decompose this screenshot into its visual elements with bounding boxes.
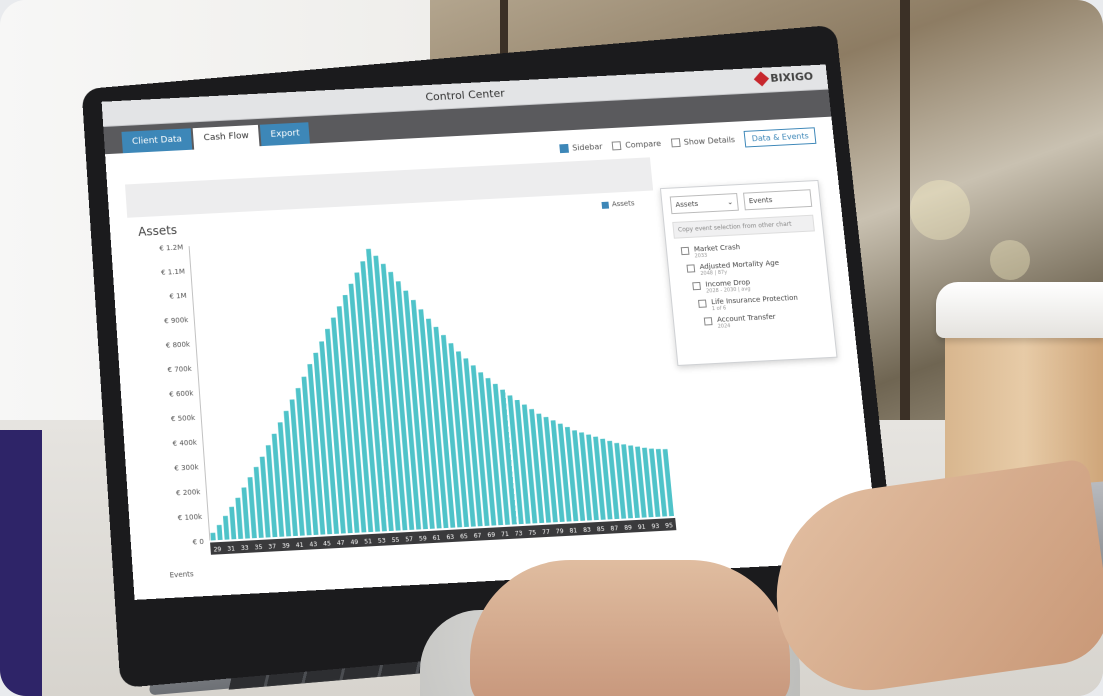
tab-cash-flow[interactable]: Cash Flow	[193, 124, 260, 150]
chevron-down-icon: ⌄	[726, 198, 734, 207]
y-tick-label: € 500k	[171, 414, 196, 423]
event-item[interactable]: Market Crash 2033	[680, 239, 816, 260]
checkbox-icon	[611, 141, 622, 151]
diamond-icon	[753, 71, 769, 87]
checkbox-icon	[559, 143, 569, 154]
x-tick-label: 85	[597, 526, 606, 534]
x-tick-label: 91	[638, 524, 647, 532]
show-details-label: Show Details	[683, 135, 736, 147]
y-tick-label: € 0	[192, 538, 204, 547]
x-tick-label: 69	[487, 532, 496, 540]
assets-bar[interactable]	[222, 515, 230, 540]
y-tick-label: € 200k	[176, 488, 201, 497]
y-tick-label: € 700k	[167, 365, 192, 374]
checkbox-icon	[692, 281, 702, 291]
y-tick-label: € 100k	[178, 513, 203, 522]
x-tick-label: 41	[296, 542, 304, 550]
checkbox-icon	[680, 246, 690, 256]
events-select[interactable]: Events	[743, 189, 813, 211]
event-list: Market Crash 2033 Adjusted Mortality Age 20…	[667, 239, 833, 332]
checkbox-icon	[698, 299, 707, 308]
x-tick-label: 89	[624, 524, 633, 532]
x-tick-label: 71	[501, 531, 510, 539]
x-tick-label: 43	[309, 541, 317, 549]
show-details-checkbox[interactable]: Show Details	[670, 135, 736, 148]
y-tick-label: € 800k	[166, 340, 191, 349]
x-tick-label: 39	[282, 542, 290, 550]
x-tick-label: 81	[569, 527, 578, 535]
x-tick-label: 33	[241, 545, 249, 553]
y-tick-label: € 300k	[174, 463, 199, 472]
events-row-label: Events	[169, 570, 194, 580]
x-tick-label: 57	[405, 536, 414, 544]
tab-export[interactable]: Export	[259, 122, 311, 147]
event-detail: 2033	[694, 252, 708, 260]
x-tick-label: 87	[610, 525, 619, 533]
x-tick-label: 59	[419, 535, 428, 543]
x-tick-label: 31	[227, 545, 235, 553]
x-tick-label: 55	[391, 537, 400, 545]
x-tick-label: 75	[528, 529, 537, 537]
assets-bar[interactable]	[241, 487, 250, 539]
assets-select[interactable]: Assets ⌄	[669, 193, 739, 215]
x-tick-label: 79	[556, 528, 565, 536]
checkbox-icon	[703, 317, 713, 326]
tab-client-data[interactable]: Client Data	[121, 128, 193, 154]
data-events-button[interactable]: Data & Events	[744, 127, 817, 148]
assets-bar[interactable]	[235, 497, 244, 539]
x-tick-label: 49	[350, 539, 359, 547]
toolbar: Sidebar Compare Show Details Data & Even…	[559, 127, 817, 157]
x-tick-label: 53	[378, 537, 387, 545]
assets-bar[interactable]	[229, 506, 237, 540]
side-panel: Assets ⌄ Events Copy event selection fro…	[659, 179, 838, 366]
y-tick-label: € 400k	[172, 439, 197, 448]
x-tick-label: 95	[665, 522, 674, 530]
x-tick-label: 51	[364, 538, 373, 546]
laptop-screen: Control Center BIXIGO Client Data Cash F…	[101, 64, 880, 600]
compare-label: Compare	[624, 139, 662, 150]
x-tick-label: 65	[460, 533, 469, 541]
event-item[interactable]: Life Insurance Protection 1 of 6	[698, 293, 821, 313]
checkbox-icon	[670, 138, 681, 148]
x-tick-label: 29	[213, 546, 221, 554]
assets-bar[interactable]	[216, 524, 223, 541]
compare-checkbox[interactable]: Compare	[611, 139, 662, 151]
x-tick-label: 83	[583, 526, 592, 534]
y-tick-label: € 600k	[169, 389, 194, 398]
x-tick-label: 63	[446, 534, 455, 542]
coffee-cup-lid	[936, 282, 1103, 338]
x-tick-label: 73	[515, 530, 524, 538]
assets-bar[interactable]	[210, 532, 216, 541]
left-hand	[470, 560, 790, 696]
y-tick-label: € 900k	[164, 316, 189, 325]
y-tick-label: € 1.1M	[161, 268, 185, 277]
events-select-value: Events	[748, 196, 773, 206]
x-tick-label: 67	[473, 532, 482, 540]
photo-background: Control Center BIXIGO Client Data Cash F…	[0, 0, 1103, 696]
x-tick-label: 45	[323, 540, 331, 548]
x-tick-label: 93	[651, 523, 660, 531]
x-tick-label: 61	[432, 534, 441, 542]
x-tick-label: 47	[337, 539, 346, 547]
event-item[interactable]: Income Drop 2028 - 2030 | avg	[692, 275, 819, 295]
event-item[interactable]: Adjusted Mortality Age 2048 | 87y	[686, 257, 817, 278]
assets-select-value: Assets	[675, 199, 699, 209]
event-detail: 2028 - 2030 | avg	[705, 286, 751, 295]
sidebar-checkbox[interactable]: Sidebar	[559, 142, 603, 154]
y-tick-label: € 1.2M	[159, 243, 183, 252]
x-tick-label: 77	[542, 529, 551, 537]
x-tick-label: 37	[268, 543, 276, 551]
assets-chart: Assets Assets € 0 € 100k € 200k € 300k € 400…	[128, 198, 700, 587]
x-tick-label: 35	[254, 544, 262, 552]
checkbox-icon	[686, 264, 696, 273]
brand-name: BIXIGO	[769, 69, 814, 85]
event-item[interactable]: Account Transfer 2024	[703, 310, 823, 330]
y-tick-label: € 1M	[169, 292, 187, 301]
chart-plot: € 0 € 100k € 200k € 300k € 400k € 500k € 600k €…	[159, 243, 688, 555]
x-tick-label: 97	[679, 521, 688, 529]
sidebar-label: Sidebar	[571, 142, 603, 153]
accent-band	[0, 430, 42, 696]
